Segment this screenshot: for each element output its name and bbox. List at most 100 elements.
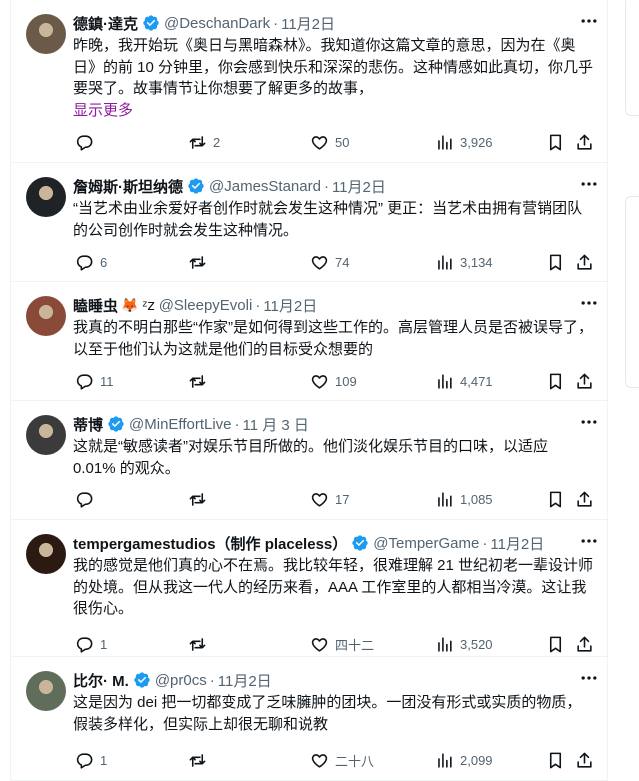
tweet-header: 蒂博 @MinEffortLive · 11 月 3 日 — [73, 413, 598, 435]
share-icon — [575, 372, 598, 391]
tweet-date[interactable]: 11月2日 — [263, 295, 317, 316]
verified-badge-icon — [107, 415, 125, 433]
show-more-link[interactable]: 显示更多 — [73, 100, 594, 122]
share-button[interactable] — [573, 250, 598, 274]
author-handle[interactable]: @MinEffortLive — [129, 416, 232, 433]
separator-dot: · — [482, 534, 488, 552]
reply-button[interactable]: 1 — [73, 632, 107, 656]
like-count: 四十二 — [335, 637, 375, 653]
author-name[interactable]: tempergamestudios（制作 placeless） — [73, 533, 347, 554]
bookmark-button[interactable] — [544, 487, 569, 511]
share-button[interactable] — [573, 369, 598, 393]
author-handle[interactable]: @DeschanDark — [164, 15, 270, 32]
bookmark-button[interactable] — [544, 748, 569, 772]
like-icon — [310, 490, 333, 509]
avatar[interactable] — [26, 296, 66, 336]
views-button[interactable]: 4,471 — [433, 369, 493, 393]
more-icon[interactable] — [578, 292, 600, 314]
reply-button[interactable]: 1 — [73, 748, 107, 772]
like-count: 二十八 — [335, 753, 375, 769]
avatar[interactable] — [26, 14, 66, 54]
author-name[interactable]: 德鎮·達克 — [73, 13, 138, 34]
retweet-button[interactable] — [186, 632, 213, 656]
tweet[interactable]: 蒂博 @MinEffortLive · 11 月 3 日 这就是“敏感读者”对娱… — [10, 401, 608, 520]
views-count: 4,471 — [460, 373, 493, 389]
tweet-date[interactable]: 11 月 3 日 — [243, 414, 309, 435]
tweet-text-container: 我真的不明白那些“作家”是如何得到这些工作的。高层管理人员是否被误导了，以至于他… — [73, 317, 594, 360]
views-count: 2,099 — [460, 752, 493, 768]
reply-button[interactable] — [73, 130, 100, 154]
tweet[interactable]: 德鎮·達克 @DeschanDark · 11月2日 昨晚，我开始玩《奥日与黑暗… — [10, 0, 608, 163]
reply-button[interactable] — [73, 487, 100, 511]
views-icon — [435, 372, 458, 391]
like-button[interactable]: 74 — [308, 250, 349, 274]
author-handle[interactable]: @TemperGame — [373, 535, 479, 552]
more-icon[interactable] — [578, 10, 600, 32]
share-icon — [575, 490, 598, 509]
tweet-date[interactable]: 11月2日 — [332, 176, 386, 197]
tweet-date[interactable]: 11月2日 — [281, 13, 335, 34]
retweet-button[interactable] — [186, 250, 213, 274]
tweet-text: “当艺术由业余爱好者创作时就会发生这种情况” 更正：当艺术由拥有营销团队的公司创… — [73, 200, 583, 239]
share-icon — [575, 133, 598, 152]
share-button[interactable] — [573, 748, 598, 772]
views-button[interactable]: 3,134 — [433, 250, 493, 274]
share-button[interactable] — [573, 130, 598, 154]
retweet-button[interactable] — [186, 748, 213, 772]
bookmark-button[interactable] — [544, 369, 569, 393]
more-icon[interactable] — [578, 530, 600, 552]
author-handle[interactable]: @JamesStanard — [209, 178, 321, 195]
bookmark-button[interactable] — [544, 632, 569, 656]
tweet[interactable]: 詹姆斯·斯坦纳德 @JamesStanard · 11月2日 “当艺术由业余爱好… — [10, 163, 608, 282]
like-count: 109 — [335, 373, 357, 389]
views-button[interactable]: 1,085 — [433, 487, 493, 511]
tweet-text: 昨晚，我开始玩《奥日与黑暗森林》。我知道你这篇文章的意思，因为在《奥日》的前 1… — [73, 37, 594, 97]
reply-button[interactable]: 11 — [73, 369, 114, 393]
tweet[interactable]: tempergamestudios（制作 placeless） @TemperG… — [10, 520, 608, 657]
reply-button[interactable]: 6 — [73, 250, 107, 274]
share-button[interactable] — [573, 632, 598, 656]
views-button[interactable]: 3,926 — [433, 130, 493, 154]
more-icon[interactable] — [578, 173, 600, 195]
share-button[interactable] — [573, 487, 598, 511]
author-name[interactable]: 比尔· M. — [73, 670, 129, 691]
bookmark-button[interactable] — [544, 130, 569, 154]
like-button[interactable]: 17 — [308, 487, 349, 511]
more-icon[interactable] — [578, 667, 600, 689]
avatar[interactable] — [26, 415, 66, 455]
author-name[interactable]: 蒂博 — [73, 414, 103, 435]
more-icon[interactable] — [578, 411, 600, 433]
views-button[interactable]: 2,099 — [433, 748, 493, 772]
author-name[interactable]: 詹姆斯·斯坦纳德 — [73, 176, 183, 197]
tweet[interactable]: 瞌睡虫 🦊 ᶻ𝗓 @SleepyEvoli · 11月2日 我真的不明白那些“作… — [10, 282, 608, 401]
separator-dot: · — [209, 671, 215, 689]
author-name[interactable]: 瞌睡虫 — [73, 295, 118, 316]
views-icon — [435, 133, 458, 152]
tweet-text-container: 我的感觉是他们真的心不在焉。我比较年轻，很难理解 21 世纪初老一辈设计师的处境… — [73, 555, 594, 620]
views-button[interactable]: 3,520 — [433, 632, 493, 656]
like-icon — [310, 253, 333, 272]
author-handle[interactable]: @pr0cs — [155, 672, 207, 689]
tweet-actions: 11 109 4,471 — [73, 369, 596, 393]
author-handle[interactable]: @SleepyEvoli — [159, 297, 253, 314]
views-count: 3,520 — [460, 636, 493, 652]
like-button[interactable]: 四十二 — [308, 632, 374, 656]
like-button[interactable]: 109 — [308, 369, 357, 393]
bookmark-button[interactable] — [544, 250, 569, 274]
views-count: 3,134 — [460, 254, 493, 270]
retweet-button[interactable] — [186, 369, 213, 393]
tweet-text-container: 昨晚，我开始玩《奥日与黑暗森林》。我知道你这篇文章的意思，因为在《奥日》的前 1… — [73, 35, 594, 121]
separator-dot: · — [234, 415, 240, 433]
tweet-date[interactable]: 11月2日 — [490, 533, 544, 554]
retweet-button[interactable] — [186, 487, 213, 511]
avatar[interactable] — [26, 671, 66, 711]
tweet-date[interactable]: 11月2日 — [218, 670, 272, 691]
retweet-button[interactable]: 2 — [186, 130, 220, 154]
avatar[interactable] — [26, 177, 66, 217]
tweet[interactable]: 比尔· M. @pr0cs · 11月2日 这是因为 dei 把一切都变成了乏味… — [10, 657, 608, 781]
like-button[interactable]: 二十八 — [308, 748, 374, 772]
like-button[interactable]: 50 — [308, 130, 349, 154]
like-icon — [310, 635, 333, 654]
avatar[interactable] — [26, 534, 66, 574]
like-icon — [310, 372, 333, 391]
